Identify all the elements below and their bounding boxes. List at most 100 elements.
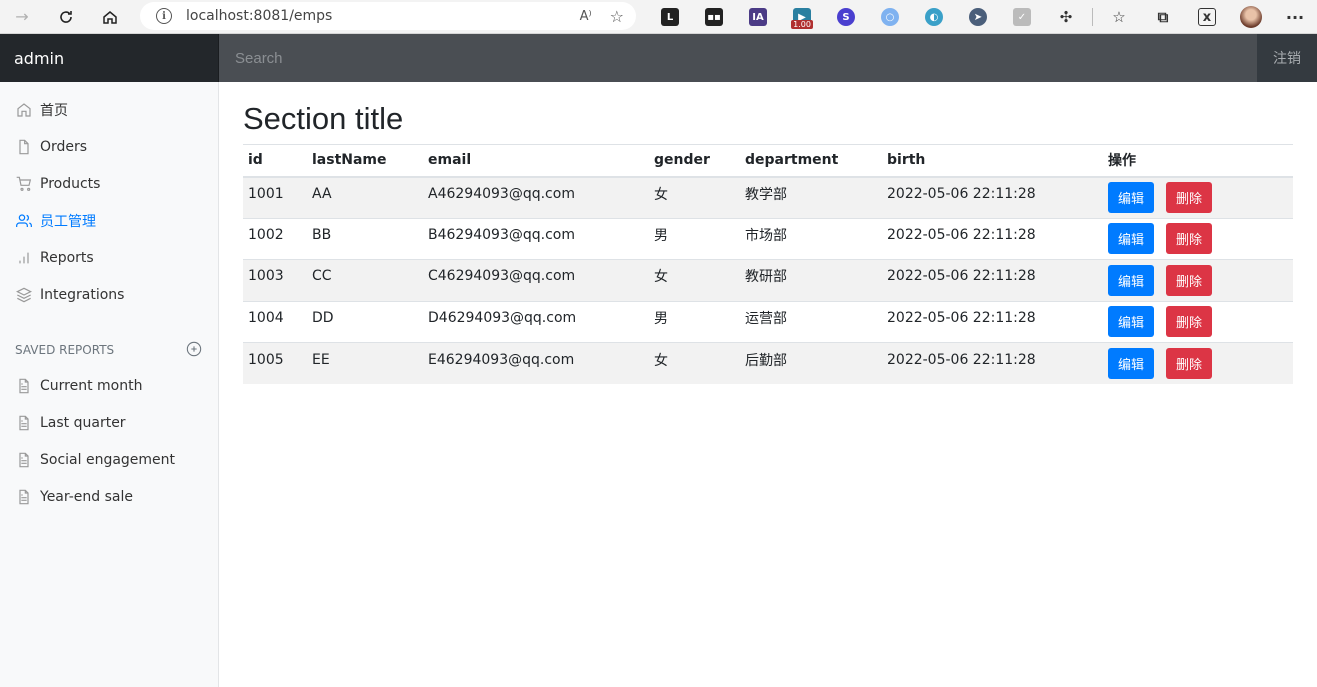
search-input[interactable] xyxy=(219,34,1257,82)
saved-reports-header: Saved reports xyxy=(0,335,218,365)
delete-button[interactable]: 删除 xyxy=(1166,306,1212,338)
cell-email: C46294093@qq.com xyxy=(423,259,649,301)
cart-icon xyxy=(16,176,32,192)
back-arrow-icon[interactable]: → xyxy=(0,0,44,34)
layers-icon xyxy=(16,287,32,303)
cell-gender: 男 xyxy=(649,217,740,260)
cell-birth: 2022-05-06 22:11:28 xyxy=(882,259,1103,301)
cell-text: 1001 xyxy=(248,185,284,202)
delete-button[interactable]: 删除 xyxy=(1166,348,1212,379)
cell-department: 教研部 xyxy=(740,259,882,301)
cell-text: 教学部 xyxy=(745,186,787,203)
cell-text: 男 xyxy=(654,227,668,244)
column-header-department: department xyxy=(740,144,882,178)
cell-lastname: BB xyxy=(307,217,423,260)
extension-globe-icon[interactable]: ◐ xyxy=(912,0,956,34)
collections-icon[interactable]: ⧉ xyxy=(1141,0,1185,34)
cell-text: CC xyxy=(312,268,332,285)
page-title: Section title xyxy=(243,101,404,136)
sidebar-item-employees[interactable]: 员工管理 xyxy=(0,202,218,239)
cell-id: 1004 xyxy=(243,300,307,343)
brand-link[interactable]: admin xyxy=(0,34,219,82)
sidebar-item-label: Reports xyxy=(40,249,94,266)
saved-report-social-engagement[interactable]: Social engagement xyxy=(0,441,218,478)
users-icon xyxy=(16,213,32,229)
extension-speed-icon[interactable]: ▶ 1.00 xyxy=(780,0,824,34)
top-navbar: admin 注销 xyxy=(0,34,1317,82)
extension-shield-icon[interactable]: ✓ xyxy=(1000,0,1044,34)
plus-circle-icon[interactable] xyxy=(186,341,202,360)
math-solver-icon[interactable]: x xyxy=(1185,0,1229,34)
bar-chart-icon xyxy=(16,250,32,266)
read-aloud-icon[interactable]: A⁾ xyxy=(580,9,592,24)
sidebar-item-integrations[interactable]: Integrations xyxy=(0,276,218,313)
url-text: localhost:8081/emps xyxy=(186,8,333,24)
sidebar-item-products[interactable]: Products xyxy=(0,165,218,202)
cell-text: 2022-05-06 22:11:28 xyxy=(887,268,1036,285)
cell-lastname: CC xyxy=(307,259,423,301)
table-row: 1002 BB B46294093@qq.com 男 市场部 2022-05-06 22:… xyxy=(243,217,1293,260)
saved-report-label: Last quarter xyxy=(40,414,126,431)
more-menu-icon[interactable]: ··· xyxy=(1273,0,1317,34)
favorites-icon[interactable]: ☆ xyxy=(1097,0,1141,34)
sidebar-nav: 首页 Orders Products 员工管理 Reports Integrat… xyxy=(0,82,218,313)
extensions-puzzle-icon[interactable]: ✣ xyxy=(1044,0,1088,34)
cell-email: A46294093@qq.com xyxy=(423,176,649,218)
sidebar-item-label: Orders xyxy=(40,138,88,155)
cell-text: 后勤部 xyxy=(745,352,787,369)
file-text-icon xyxy=(16,415,32,431)
delete-button[interactable]: 删除 xyxy=(1166,264,1212,296)
column-header-id: id xyxy=(243,144,307,178)
cell-text: 男 xyxy=(654,310,668,327)
cell-text: 运营部 xyxy=(745,310,787,327)
extension-ia-icon[interactable]: IA xyxy=(736,0,780,34)
extension-leetcode-icon[interactable]: L xyxy=(648,0,692,34)
saved-report-year-end-sale[interactable]: Year-end sale xyxy=(0,478,218,515)
info-icon[interactable]: i xyxy=(156,8,172,24)
cell-actions: 编辑 删除 xyxy=(1103,300,1293,343)
file-icon xyxy=(16,139,32,155)
home-browser-icon[interactable] xyxy=(88,0,132,34)
cell-text: 2022-05-06 22:11:28 xyxy=(887,185,1036,202)
cell-text: BB xyxy=(312,226,332,243)
edit-button[interactable]: 编辑 xyxy=(1108,348,1154,379)
extension-s-icon[interactable]: S xyxy=(824,0,868,34)
cell-gender: 女 xyxy=(649,259,740,301)
sidebar-item-label: 员工管理 xyxy=(40,213,96,230)
edit-button[interactable]: 编辑 xyxy=(1108,182,1154,213)
cell-id: 1003 xyxy=(243,259,307,301)
address-bar[interactable]: i localhost:8081/emps A⁾ ☆ xyxy=(140,2,636,30)
profile-avatar[interactable] xyxy=(1229,0,1273,34)
favorite-add-icon[interactable]: ☆ xyxy=(610,7,624,26)
column-header-actions: 操作 xyxy=(1103,144,1293,178)
edit-button[interactable]: 编辑 xyxy=(1108,306,1154,338)
sidebar-item-reports[interactable]: Reports xyxy=(0,239,218,276)
file-text-icon xyxy=(16,378,32,394)
saved-report-current-month[interactable]: Current month xyxy=(0,367,218,404)
sidebar-item-orders[interactable]: Orders xyxy=(0,128,218,165)
cell-text: 1004 xyxy=(248,309,284,326)
edit-button[interactable]: 编辑 xyxy=(1108,264,1154,296)
table-row: 1003 CC C46294093@qq.com 女 教研部 2022-05-06 22:… xyxy=(243,259,1293,301)
refresh-icon[interactable] xyxy=(44,0,88,34)
cell-text: 1002 xyxy=(248,226,284,243)
sidebar-item-home[interactable]: 首页 xyxy=(0,91,218,128)
cell-text: 女 xyxy=(654,269,668,286)
cell-text: 女 xyxy=(654,352,668,369)
edit-button[interactable]: 编辑 xyxy=(1108,223,1154,255)
saved-report-label: Social engagement xyxy=(40,451,176,468)
signout-link[interactable]: 注销 xyxy=(1257,34,1317,82)
home-icon xyxy=(16,102,32,118)
cell-text: E46294093@qq.com xyxy=(428,351,575,368)
cell-department: 后勤部 xyxy=(740,342,882,384)
table-row: 1004 DD D46294093@qq.com 男 运营部 2022-05-06 22:… xyxy=(243,300,1293,343)
extension-search-icon[interactable]: ○ xyxy=(868,0,912,34)
cell-text: 1003 xyxy=(248,268,284,285)
cell-text: D46294093@qq.com xyxy=(428,309,577,326)
extension-tab-icon[interactable]: ▪▪ xyxy=(692,0,736,34)
delete-button[interactable]: 删除 xyxy=(1166,182,1212,213)
extension-cursor-icon[interactable]: ➤ xyxy=(956,0,1000,34)
cell-birth: 2022-05-06 22:11:28 xyxy=(882,342,1103,384)
saved-report-last-quarter[interactable]: Last quarter xyxy=(0,404,218,441)
delete-button[interactable]: 删除 xyxy=(1166,223,1212,255)
